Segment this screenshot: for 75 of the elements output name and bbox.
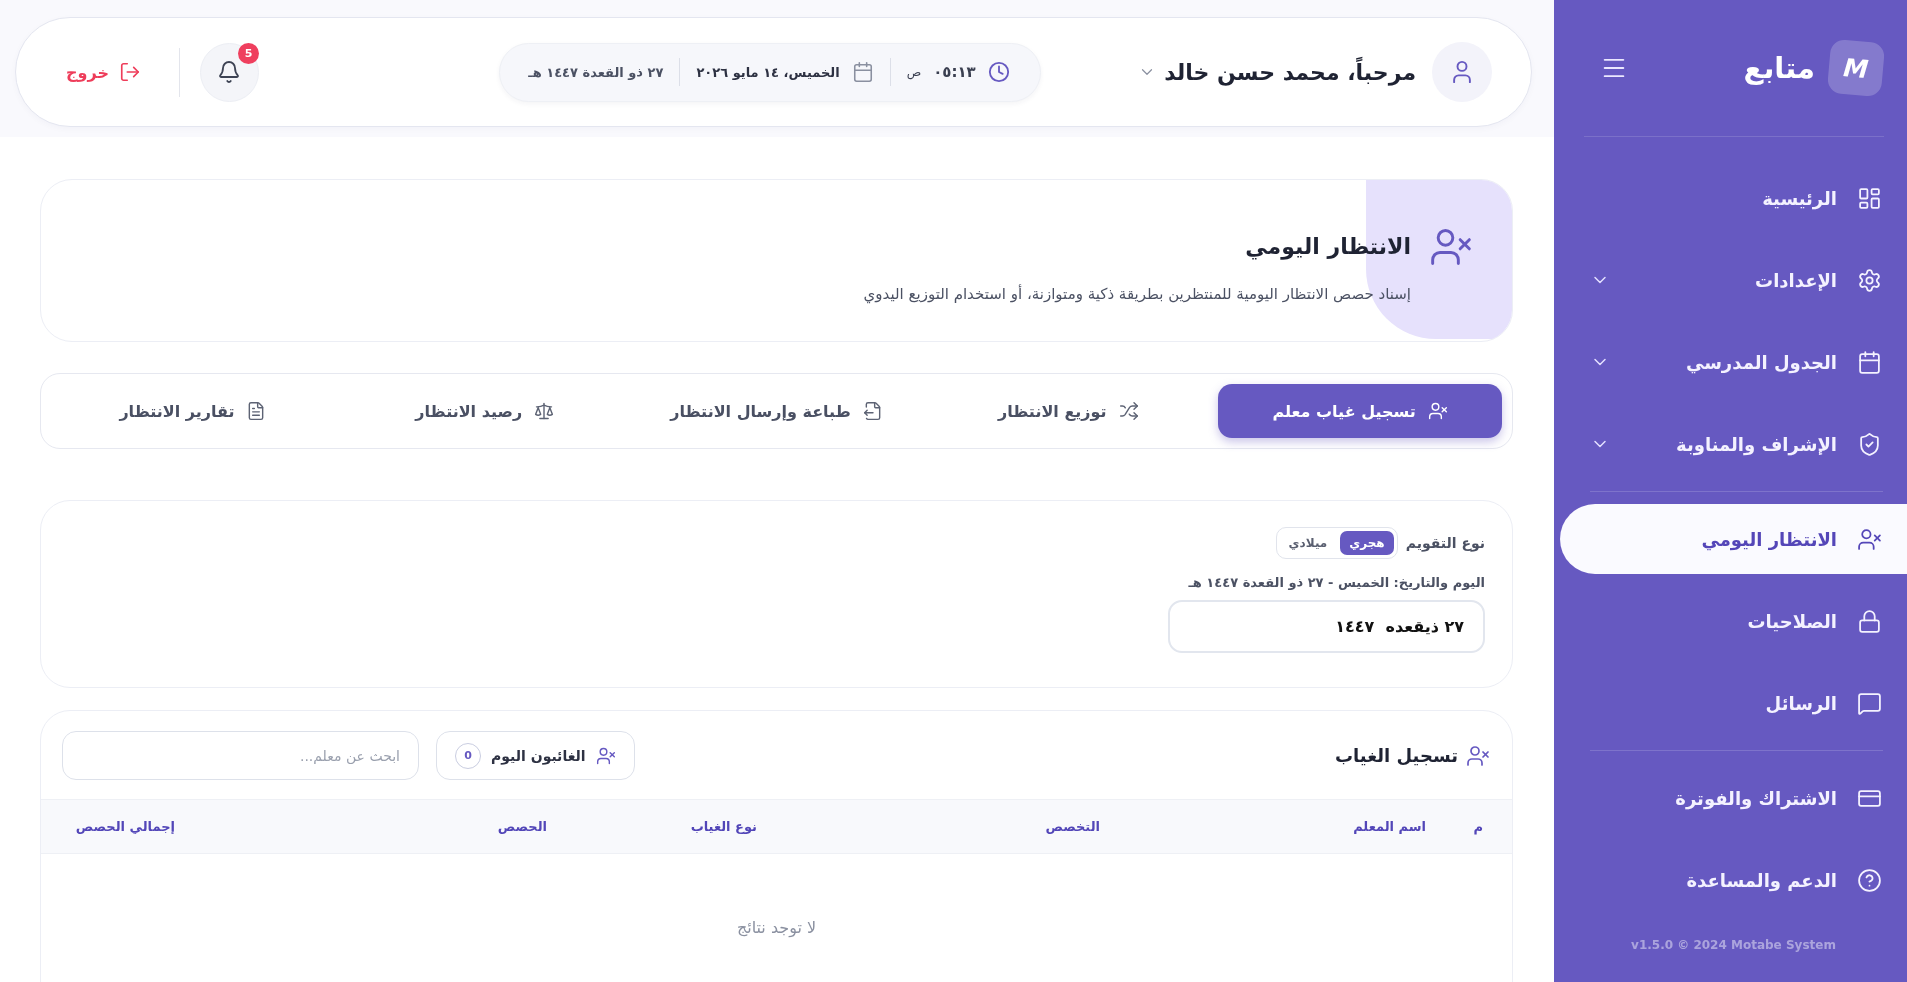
date-field[interactable]: ٢٧ ذيقعده ١٤٤٧: [1168, 600, 1485, 653]
shuffle-icon: [1118, 401, 1139, 421]
logo-letter: M: [1842, 52, 1870, 84]
user-x-icon: [595, 745, 616, 766]
calendar-type-label: نوع التقويم: [1405, 535, 1485, 551]
section-title: تسجيل الغياب: [1335, 745, 1458, 766]
sidebar-item[interactable]: الإعدادات: [1560, 245, 1907, 315]
date-label: اليوم والتاريخ: الخميس - ٢٧ ذو القعدة ١٤٤٧ هـ: [1188, 575, 1485, 590]
tab[interactable]: تسجيل غياب معلم: [1218, 384, 1502, 438]
page-title: الانتظار اليومي: [1245, 234, 1411, 259]
sidebar-item-label: الدعم والمساعدة: [1686, 869, 1837, 891]
sidebar-item[interactable]: الرئيسية: [1560, 163, 1907, 233]
page-subtitle: إسناد حصص الانتظار اليومية للمنتظرين بطريقة ذكية ومتوازنة، أو استخدام التوزيع اليدوي: [863, 284, 1411, 303]
calendar-option[interactable]: هجري: [1340, 531, 1394, 555]
column-header: م: [1473, 819, 1483, 834]
tab[interactable]: توزيع الانتظار: [926, 384, 1211, 438]
empty-state-text: لا توجد نتائج: [736, 918, 817, 937]
file-arrow-icon: [862, 401, 883, 421]
calendar-icon: [1857, 349, 1882, 375]
sidebar-item-label: الرسائل: [1765, 692, 1837, 714]
search-field[interactable]: ابحث عن معلم...: [62, 731, 419, 780]
date-text: الخميس، ١٤ مايو ٢٠٢٦: [696, 64, 840, 80]
sidebar-item[interactable]: الرسائل: [1560, 668, 1907, 738]
sidebar-item[interactable]: الانتظار اليومي: [1560, 504, 1907, 574]
dashboard-icon: [1857, 185, 1882, 211]
time-period-text: ص: [906, 65, 922, 79]
chat-bubble-icon: [1857, 690, 1882, 716]
tab[interactable]: طباعة وإرسال الانتظار: [634, 384, 919, 438]
column-header: الحصص: [497, 819, 547, 834]
tab-label: طباعة وإرسال الانتظار: [670, 401, 851, 421]
sidebar-item-label: الاشتراك والفوترة: [1675, 787, 1837, 809]
calendar-option[interactable]: ميلادي: [1279, 531, 1337, 555]
time-text: ٠٥:١٣: [933, 63, 976, 81]
user-x-icon: [1857, 526, 1882, 552]
column-header: إجمالي الحصص: [75, 819, 175, 834]
absent-today-label: الغائبون اليوم: [491, 747, 586, 764]
tab-label: تقارير الانتظار: [119, 401, 235, 421]
tab[interactable]: رصيد الانتظار: [342, 384, 627, 438]
sidebar-item-label: الانتظار اليومي: [1701, 528, 1837, 550]
sidebar-item-label: الرئيسية: [1762, 187, 1837, 209]
settings-icon: [1857, 267, 1882, 293]
tab-label: توزيع الانتظار: [998, 401, 1107, 421]
sidebar-item[interactable]: الاشتراك والفوترة: [1560, 763, 1907, 833]
tab-label: رصيد الانتظار: [415, 401, 523, 421]
logout-icon: [118, 61, 141, 83]
hijri-date-text: ٢٧ ذو القعدة ١٤٤٧ هـ: [528, 64, 664, 80]
column-header: اسم المعلم: [1353, 819, 1426, 834]
shield-check-icon: [1857, 431, 1882, 457]
notification-count-badge: 5: [237, 42, 259, 64]
calendar-icon: [851, 61, 874, 83]
clock-icon: [987, 61, 1010, 83]
balance-scale-icon: [534, 401, 555, 421]
sidebar-item-label: الجدول المدرسي: [1685, 351, 1837, 373]
lock-icon: [1857, 608, 1882, 634]
notifications-button[interactable]: 5: [199, 42, 259, 102]
tab-label: تسجيل غياب معلم: [1272, 401, 1416, 421]
user-avatar-icon[interactable]: [1432, 42, 1492, 102]
bell-icon: [217, 60, 242, 84]
brand-name: متابع: [1743, 51, 1815, 85]
sidebar-item-label: الإعدادات: [1755, 269, 1837, 291]
sidebar-item[interactable]: الدعم والمساعدة: [1560, 845, 1907, 915]
sidebar-item-label: الإشراف والمناوبة: [1676, 433, 1837, 455]
logout-label: خروج: [66, 62, 109, 82]
logout-button[interactable]: خروج: [48, 53, 159, 91]
sidebar-item[interactable]: الصلاحيات: [1560, 586, 1907, 656]
tab[interactable]: تقارير الانتظار: [51, 384, 335, 438]
sidebar-item[interactable]: الجدول المدرسي: [1560, 327, 1907, 397]
column-header: نوع الغياب: [690, 819, 757, 834]
version-text: v1.5.0 © 2024 Motabe System: [1631, 938, 1836, 952]
user-x-icon: [1427, 401, 1448, 421]
sidebar-item-label: الصلاحيات: [1747, 610, 1837, 632]
user-x-icon: [1466, 743, 1490, 768]
help-icon: [1857, 867, 1882, 893]
column-header: التخصص: [1045, 819, 1100, 834]
sidebar-item[interactable]: الإشراف والمناوبة: [1560, 409, 1907, 479]
